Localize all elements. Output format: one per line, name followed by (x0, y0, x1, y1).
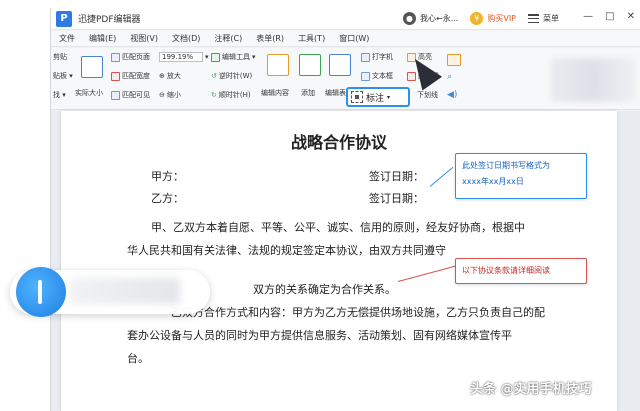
menu-icon[interactable] (528, 13, 539, 24)
party-b-label[interactable]: 乙方： (151, 190, 184, 206)
add-button[interactable]: 添加 (301, 88, 315, 98)
menu-button[interactable]: 菜单 (543, 13, 559, 24)
menu-window[interactable]: 窗口(W) (339, 33, 369, 44)
add-icon[interactable] (299, 54, 321, 76)
close-button[interactable]: ✕ (627, 11, 635, 22)
rotate-left-icon: ↺ (211, 72, 217, 80)
edit-form-icon[interactable] (329, 54, 351, 76)
window-controls: — □ ✕ (583, 11, 635, 22)
fit-page-button[interactable]: 匹配页面 (111, 52, 150, 62)
document-title[interactable]: 战略合作协议 (61, 129, 617, 153)
callout-read-terms-text: 以下协议条款请详细阅读 (462, 266, 550, 275)
minimize-button[interactable]: — (583, 11, 593, 22)
rotate-left-button[interactable]: ↺ 逆时针(W) (211, 71, 252, 81)
annotation-icon (351, 91, 363, 103)
toolbar-find[interactable]: 找 ▾ (53, 90, 66, 100)
menu-edit[interactable]: 编辑(E) (89, 33, 116, 44)
user-avatar-icon[interactable]: ● (403, 12, 416, 25)
paragraph-3-line-1[interactable]: 乙双方合作方式和内容：甲方为乙方无偿提供场地设施，乙方只负责自己的配 (171, 304, 545, 320)
menu-view[interactable]: 视图(V) (130, 33, 158, 44)
menu-file[interactable]: 文件 (59, 33, 75, 44)
actual-size-button[interactable]: 实际大小 (75, 88, 103, 98)
fit-page-icon (111, 52, 120, 62)
rotate-right-icon: ↻ (211, 91, 217, 99)
edit-form-button[interactable]: 编辑表 (325, 88, 346, 98)
title-bar: P 迅捷PDF编辑器 ● 我心←永... ¥ 购买VIP 菜单 — □ ✕ (51, 8, 640, 30)
edit-tool-button[interactable]: 编辑工具 ▾ (211, 52, 256, 62)
rotate-right-button[interactable]: ↻ 顺时针(H) (211, 90, 251, 100)
maximize-button[interactable]: □ (605, 11, 614, 22)
party-a-label[interactable]: 甲方： (151, 168, 184, 184)
textbox-icon (361, 71, 370, 81)
chevron-down-icon: ▾ (252, 53, 256, 61)
zoom-out-button[interactable]: ⊖ 缩小 (159, 90, 181, 100)
user-name[interactable]: 我心←永... (420, 13, 458, 24)
watermark: 头条 @实用手机技巧 (470, 382, 592, 397)
user-area: ● 我心←永... ¥ 购买VIP 菜单 (403, 12, 559, 25)
callout-date-format[interactable]: 此处签订日期书写格式为 xxxx年xx月xx日 (455, 153, 587, 199)
paragraph-1-line-2[interactable]: 华人民共和国有关法律、法规的规定签定本协议，由双方共同遵守 (127, 242, 446, 258)
fit-width-icon (111, 71, 120, 81)
menu-tools[interactable]: 工具(T) (298, 33, 325, 44)
buy-vip-button[interactable]: 购买VIP (487, 13, 516, 24)
annotation-button[interactable]: 标注 ▾ (346, 87, 410, 107)
sign-date-label-2[interactable]: 签订日期： (369, 190, 424, 206)
paragraph-3-line-2[interactable]: 套办公设备与人员的同时为甲方提供信息服务、活动策划、固有网络媒体宣传平 (127, 327, 512, 343)
vip-coin-icon[interactable]: ¥ (470, 12, 484, 25)
app-title: 迅捷PDF编辑器 (78, 15, 141, 25)
floating-assistant-icon[interactable] (16, 267, 66, 317)
zoom-select[interactable]: 199.19% ▾ (159, 52, 209, 62)
comment-note-icon[interactable] (447, 54, 461, 66)
edit-content-button[interactable]: 编辑内容 (261, 88, 289, 98)
fit-width-button[interactable]: 匹配宽度 (111, 71, 150, 81)
underline-button[interactable]: 下划线 (417, 90, 438, 100)
menu-document[interactable]: 文档(D) (172, 33, 200, 44)
edit-tool-icon (211, 52, 220, 62)
callout-read-terms[interactable]: 以下协议条款请详细阅读 (455, 258, 587, 284)
app-logo: P (56, 11, 72, 27)
chevron-down-icon: ▾ (387, 93, 391, 101)
ribbon-toolbar: 剪贴 贴板 ▾ 找 ▾ 实际大小 匹配页面 匹配宽度 匹配可见 199.19% ▾… (51, 48, 640, 110)
sound-icon[interactable]: ◀) (447, 90, 457, 100)
menu-bar: 文件 编辑(E) 视图(V) 文档(D) 注释(C) 表单(R) 工具(T) 窗… (51, 31, 640, 47)
chevron-down-icon: ▾ (205, 53, 209, 61)
zoom-in-icon: ⊕ (159, 72, 165, 80)
edit-content-icon[interactable] (267, 54, 289, 76)
callout-date-format-line2: xxxx年xx月xx日 (462, 177, 524, 186)
typewriter-icon (361, 52, 370, 62)
callout-date-format-line1: 此处签订日期书写格式为 (462, 161, 550, 170)
paragraph-1-line-1[interactable]: 甲、乙双方本着自愿、平等、公平、诚实、信用的原则，经友好协商，根据中 (151, 219, 525, 235)
sign-date-label-1[interactable]: 签订日期： (369, 168, 424, 184)
app-window: P 迅捷PDF编辑器 ● 我心←永... ¥ 购买VIP 菜单 — □ ✕ 文件… (50, 8, 640, 411)
fit-visible-icon (111, 90, 120, 100)
actual-size-icon[interactable] (81, 56, 103, 78)
floating-overlay-blur (70, 278, 180, 304)
menu-form[interactable]: 表单(R) (256, 33, 284, 44)
zoom-in-button[interactable]: ⊕ 放大 (159, 71, 181, 81)
zoom-out-icon: ⊖ (159, 91, 165, 99)
textbox-button[interactable]: 文本框 (361, 71, 393, 81)
blurred-toolbar-region (551, 58, 636, 102)
paragraph-2-line-1[interactable]: 双方的关系确定为合作关系。 (253, 281, 396, 297)
toolbar-paste[interactable]: 贴板 ▾ (53, 71, 73, 81)
typewriter-button[interactable]: 打字机 (361, 52, 393, 62)
paragraph-3-line-3[interactable]: 台。 (127, 350, 149, 366)
attachment-icon[interactable]: ⌕ (447, 72, 452, 82)
fit-visible-button[interactable]: 匹配可见 (111, 90, 150, 100)
toolbar-cut[interactable]: 剪贴 (53, 52, 67, 62)
menu-comment[interactable]: 注释(C) (214, 33, 242, 44)
